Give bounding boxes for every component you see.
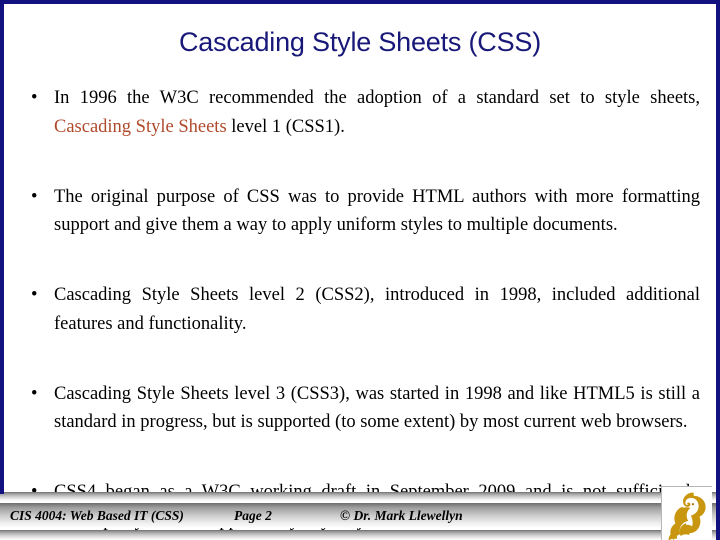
ucf-pegasus-logo	[661, 486, 712, 540]
footer-bar-upper	[0, 492, 720, 501]
pegasus-icon	[668, 492, 706, 540]
slide-border-right	[716, 0, 720, 540]
footer-bar-lower	[0, 530, 720, 540]
bullet-text-plain: In 1996 the W3C recommended the adoption…	[54, 88, 700, 108]
bullet-text-css1: In 1996 the W3C recommended the adoption…	[54, 84, 700, 141]
slide-title: Cascading Style Sheets (CSS)	[178, 27, 542, 57]
slide-border-top	[0, 0, 720, 4]
bullet-text-purpose: The original purpose of CSS was to provi…	[54, 186, 700, 236]
footer-course-label: CIS 4004: Web Based IT (CSS)	[10, 508, 184, 523]
bullet-item-css1: • In 1996 the W3C recommended the adopti…	[22, 84, 700, 170]
footer-page-number: Page 2	[234, 508, 272, 523]
bullet-item-purpose: • The original purpose of CSS was to pro…	[22, 183, 700, 269]
bullet-marker-icon: •	[31, 88, 38, 108]
bullet-marker-icon: •	[31, 285, 38, 305]
slide-canvas: Cascading Style Sheets (CSS) • In 1996 t…	[0, 0, 720, 540]
slide-body-bullet-list: • In 1996 the W3C recommended the adopti…	[22, 84, 700, 540]
bullet-marker-icon: •	[31, 186, 38, 207]
bullet-text-css3: Cascading Style Sheets level 3 (CSS3), w…	[54, 383, 700, 433]
bullet-text-highlight: Cascading Style Sheets	[54, 116, 227, 137]
bullet-item-css3: • Cascading Style Sheets level 3 (CSS3),…	[22, 380, 700, 466]
bullet-item-css2: • Cascading Style Sheets level 2 (CSS2),…	[22, 281, 700, 367]
bullet-marker-icon: •	[31, 383, 38, 404]
footer-copyright-label: © Dr. Mark Llewellyn	[340, 508, 463, 523]
bullet-text-css2: Cascading Style Sheets level 2 (CSS2), i…	[54, 285, 700, 334]
bullet-text-plain-tail: level 1 (CSS1).	[226, 116, 345, 137]
slide-border-left	[0, 0, 4, 494]
